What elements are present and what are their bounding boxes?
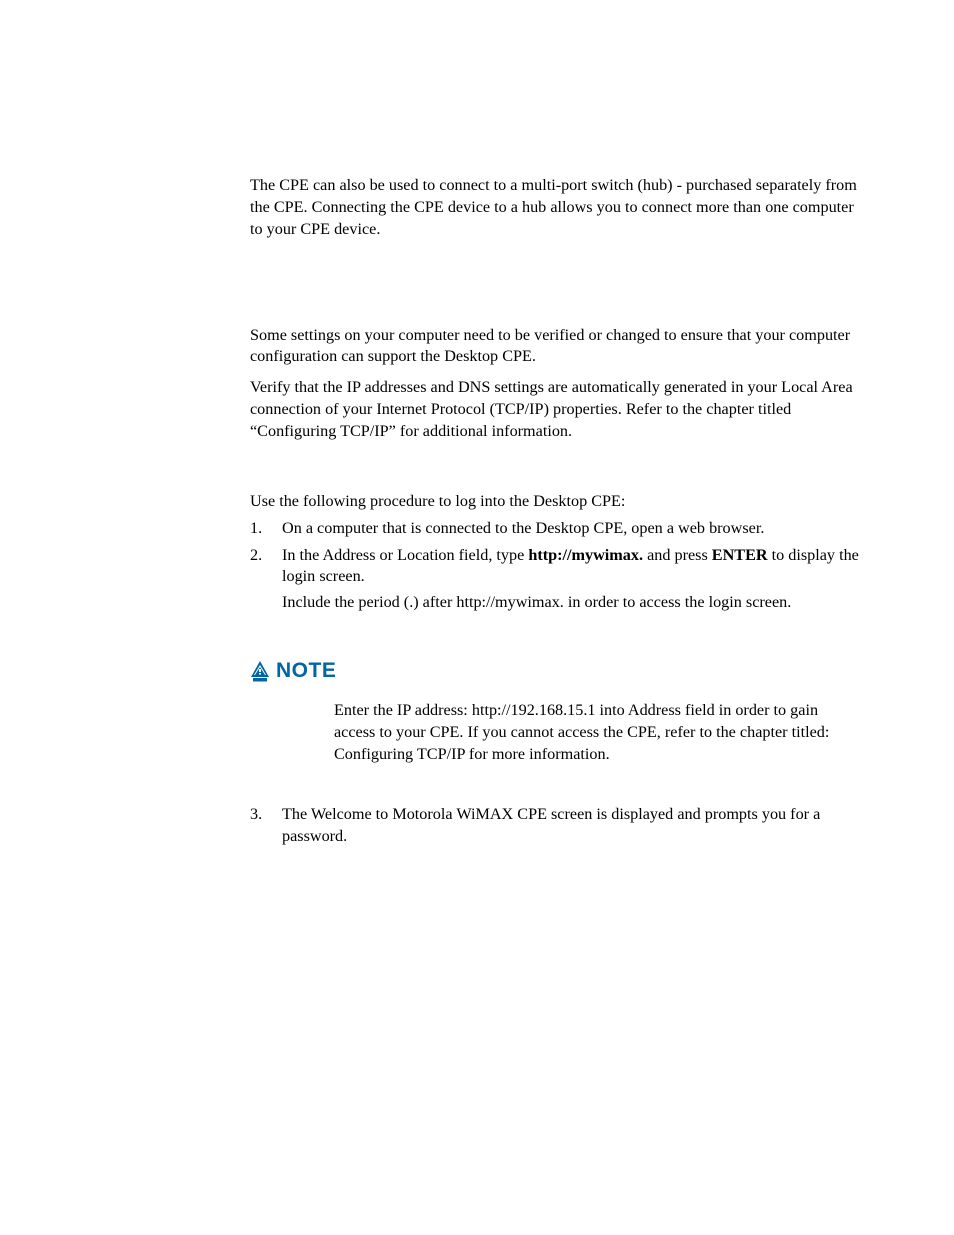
list-text-url: http://mywimax.: [528, 546, 643, 564]
note-alert-icon: [250, 660, 270, 682]
note-label: NOTE: [276, 659, 336, 683]
list-text: On a computer that is connected to the D…: [282, 519, 764, 537]
list-number: 3.: [250, 804, 262, 826]
note-callout: NOTE Enter the IP address: http://192.16…: [250, 659, 859, 766]
procedure-list-continued: 3. The Welcome to Motorola WiMAX CPE scr…: [250, 804, 859, 848]
list-text-mid: and press: [643, 546, 712, 564]
intro-paragraph: The CPE can also be used to connect to a…: [250, 175, 859, 241]
list-text-pre: In the Address or Location field, type: [282, 546, 528, 564]
list-text-enter: ENTER: [712, 546, 768, 564]
list-item: 1. On a computer that is connected to th…: [250, 518, 859, 540]
config-paragraph-1: Some settings on your computer need to b…: [250, 325, 859, 369]
list-number: 2.: [250, 545, 262, 567]
config-paragraph-2: Verify that the IP addresses and DNS set…: [250, 377, 859, 443]
procedure-intro: Use the following procedure to log into …: [250, 491, 859, 513]
list-item: 3. The Welcome to Motorola WiMAX CPE scr…: [250, 804, 859, 848]
list-text: The Welcome to Motorola WiMAX CPE screen…: [282, 805, 820, 845]
list-number: 1.: [250, 518, 262, 540]
procedure-list: 1. On a computer that is connected to th…: [250, 518, 859, 589]
list-item-continuation: Include the period (.) after http://mywi…: [250, 592, 859, 614]
list-item: 2. In the Address or Location field, typ…: [250, 545, 859, 589]
note-body: Enter the IP address: http://192.168.15.…: [250, 683, 859, 766]
